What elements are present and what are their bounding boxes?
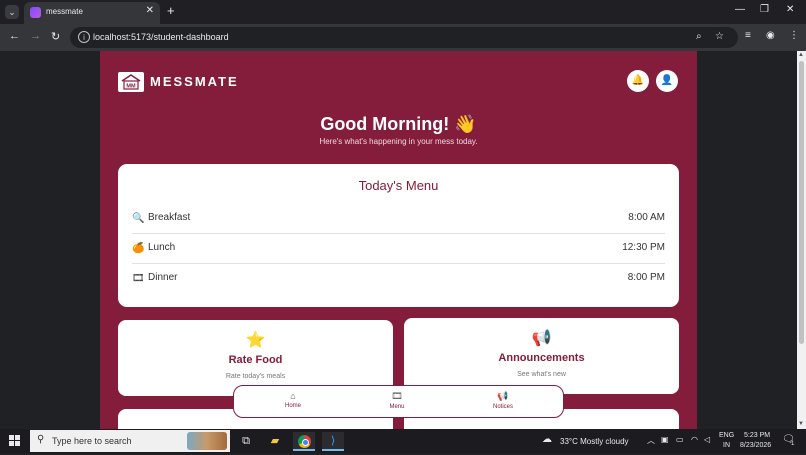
bottom-navigation: ⌂ Home 🎞 Menu 📢 Notices (233, 385, 564, 418)
nav-home[interactable]: ⌂ Home (263, 391, 323, 409)
more-options-icon[interactable]: ⋮ (789, 30, 799, 41)
notification-bell-button[interactable]: 🔔 (627, 70, 649, 92)
scroll-up-icon[interactable]: ▲ (798, 52, 804, 58)
restore-icon[interactable]: ❐ (760, 4, 769, 15)
address-bar[interactable]: i localhost:5173/student-dashboard ⌕ ☆ (70, 27, 738, 48)
reload-icon[interactable]: ↻ (51, 30, 60, 43)
new-tab-button[interactable]: + (167, 3, 175, 18)
announcements-card[interactable]: 📢 Announcements See what's new (404, 318, 679, 394)
bookmark-star-icon[interactable]: ☆ (715, 31, 724, 42)
greeting-subtitle: Here's what's happening in your mess tod… (319, 137, 478, 146)
menu-icon: 🎞 (391, 391, 403, 401)
favicon-icon (30, 7, 41, 18)
nav-notices[interactable]: 📢 Notices (473, 391, 533, 410)
windows-taskbar: ⚲ Type here to search ⧉ ▰ ⟩ ☁ 33°C Mostl… (0, 429, 806, 453)
search-highlight-image (187, 432, 227, 450)
announcements-title: Announcements (498, 352, 585, 364)
chrome-icon[interactable] (293, 432, 315, 451)
chevron-up-icon[interactable]: ︿ (647, 435, 655, 446)
dashboard-page: MM MESSMATE 🔔 👤 Good Morning! 👋 Here's w… (100, 51, 697, 429)
search-icon: ⚲ (37, 434, 45, 445)
megaphone-icon: 📢 (497, 391, 509, 401)
close-tab-icon[interactable]: ✕ (146, 5, 154, 16)
nav-home-label: Home (284, 403, 301, 409)
logo-house-icon: MM (121, 74, 141, 90)
windows-start-icon[interactable] (9, 435, 20, 446)
logo[interactable]: MM (118, 72, 144, 92)
clock-date[interactable]: 8/23/2026 (740, 442, 771, 449)
bell-icon: 🔔 (631, 75, 645, 86)
taskbar-search-placeholder: Type here to search (52, 436, 132, 446)
orange-icon: 🍊 (132, 243, 145, 254)
url-text[interactable]: localhost:5173/student-dashboard (93, 32, 229, 42)
zoom-icon[interactable]: ⌕ (696, 31, 702, 42)
nav-menu[interactable]: 🎞 Menu (367, 391, 427, 410)
browser-tab[interactable]: messmate ✕ (24, 2, 160, 24)
site-info-icon[interactable]: i (78, 31, 90, 43)
scroll-down-icon[interactable]: ▼ (798, 421, 804, 427)
announcements-subtitle: See what's new (517, 371, 566, 378)
tab-search-icon[interactable]: ⌄ (5, 5, 19, 19)
scroll-thumb[interactable] (799, 61, 804, 344)
user-icon: 👤 (660, 75, 674, 86)
file-explorer-icon[interactable]: ▰ (264, 432, 286, 451)
tab-title: messmate (46, 7, 83, 16)
meal-row-dinner[interactable]: 🎞 Dinner 8:00 PM (132, 264, 665, 294)
meal-row-breakfast[interactable]: 🔍 Breakfast 8:00 AM (132, 204, 665, 234)
brand-name: MESSMATE (150, 74, 239, 89)
battery-icon[interactable]: ▭ (676, 435, 684, 444)
page-scrollbar[interactable]: ▲ ▼ (797, 51, 806, 429)
meal-name: Lunch (148, 242, 176, 253)
profile-icon[interactable]: ◉ (766, 30, 775, 41)
volume-icon[interactable]: ◁ (704, 435, 710, 444)
profile-button[interactable]: 👤 (656, 70, 678, 92)
menu-card-title: Today's Menu (358, 178, 439, 193)
greeting-title: Good Morning! 👋 (320, 114, 477, 134)
search-icon: 🔍 (132, 213, 145, 224)
taskbar-search[interactable]: ⚲ Type here to search (30, 430, 230, 452)
vscode-icon[interactable]: ⟩ (322, 432, 344, 451)
task-view-icon[interactable]: ⧉ (235, 432, 257, 451)
megaphone-icon: 📢 (531, 330, 552, 347)
film-icon: 🎞 (132, 273, 145, 284)
notification-count: 1 (791, 441, 795, 447)
svg-text:MM: MM (126, 84, 136, 90)
clock-time[interactable]: 5:23 PM (744, 432, 770, 439)
back-icon[interactable]: ← (9, 30, 20, 42)
media-control-icon[interactable]: ≡ (745, 30, 751, 41)
weather-text[interactable]: 33°C Mostly cloudy (560, 437, 629, 446)
meal-time: 12:30 PM (622, 242, 665, 253)
star-icon: ⭐ (245, 332, 266, 349)
meet-icon[interactable]: ▣ (661, 435, 669, 444)
meal-time: 8:00 AM (628, 212, 665, 223)
browser-toolbar: ← → ↻ i localhost:5173/student-dashboard… (0, 24, 806, 51)
forward-icon[interactable]: → (30, 30, 41, 42)
language-bottom[interactable]: IN (723, 442, 730, 449)
network-icon[interactable]: ◠ (691, 435, 698, 444)
close-window-icon[interactable]: ✕ (786, 4, 794, 15)
home-icon: ⌂ (290, 391, 296, 401)
meal-row-lunch[interactable]: 🍊 Lunch 12:30 PM (132, 234, 665, 264)
browser-tabstrip: ⌄ messmate ✕ + — ❐ ✕ (0, 0, 806, 24)
page-viewport: MM MESSMATE 🔔 👤 Good Morning! 👋 Here's w… (0, 51, 806, 429)
nav-menu-label: Menu (389, 404, 405, 410)
weather-cloud-icon[interactable]: ☁ (542, 434, 552, 445)
meal-name: Breakfast (148, 212, 191, 223)
nav-notices-label: Notices (492, 404, 513, 410)
rate-food-subtitle: Rate today's meals (225, 373, 286, 380)
todays-menu-card: Today's Menu 🔍 Breakfast 8:00 AM 🍊 Lunch… (118, 164, 679, 307)
minimize-icon[interactable]: — (735, 4, 745, 15)
meal-name: Dinner (148, 272, 178, 283)
language-top[interactable]: ENG (719, 432, 734, 439)
rate-food-title: Rate Food (228, 354, 283, 366)
meal-time: 8:00 PM (627, 272, 665, 283)
